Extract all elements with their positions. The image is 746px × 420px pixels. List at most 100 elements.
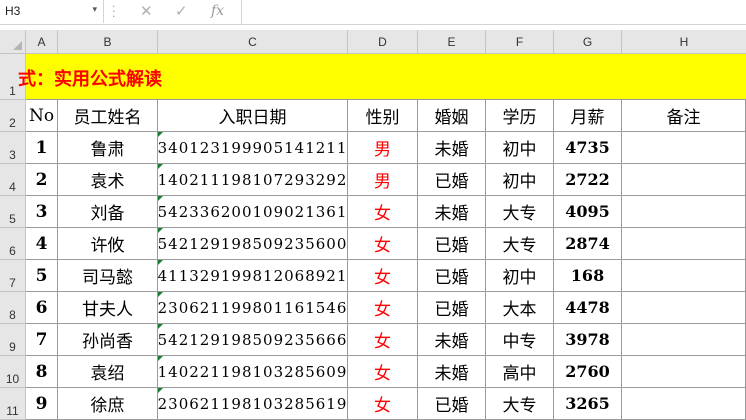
header-date[interactable]: 入职日期 <box>158 100 348 132</box>
cell-salary[interactable]: 4478 <box>554 292 622 324</box>
cell-marital[interactable]: 未婚 <box>418 356 486 388</box>
column-header-b[interactable]: B <box>58 30 158 54</box>
cell-salary[interactable]: 168 <box>554 260 622 292</box>
header-salary[interactable]: 月薪 <box>554 100 622 132</box>
cell-education[interactable]: 高中 <box>486 356 554 388</box>
column-header-e[interactable]: E <box>418 30 486 54</box>
cell-no[interactable]: 8 <box>26 356 58 388</box>
column-header-d[interactable]: D <box>348 30 418 54</box>
confirm-icon[interactable]: ✓ <box>175 2 188 20</box>
row-header-3[interactable]: 3 <box>0 132 26 164</box>
cell-marital[interactable]: 未婚 <box>418 324 486 356</box>
cell-salary[interactable]: 2760 <box>554 356 622 388</box>
cell-id[interactable]: 542129198509235666 <box>158 324 348 356</box>
cell-name[interactable]: 袁术 <box>58 164 158 196</box>
cell-marital[interactable]: 已婚 <box>418 228 486 260</box>
row-header-8[interactable]: 8 <box>0 292 26 324</box>
cell-no[interactable]: 4 <box>26 228 58 260</box>
cell-no[interactable]: 6 <box>26 292 58 324</box>
name-box[interactable]: H3 ▾ <box>0 0 104 23</box>
cell-no[interactable]: 7 <box>26 324 58 356</box>
cell-salary[interactable]: 2874 <box>554 228 622 260</box>
cell-note[interactable] <box>622 260 746 292</box>
cell-note[interactable] <box>622 164 746 196</box>
row-header-2[interactable]: 2 <box>0 100 26 132</box>
cell-marital[interactable]: 未婚 <box>418 132 486 164</box>
cell-name[interactable]: 刘备 <box>58 196 158 228</box>
cell-sex[interactable]: 女 <box>348 356 418 388</box>
cell-education[interactable]: 大专 <box>486 388 554 420</box>
cell-education[interactable]: 大专 <box>486 228 554 260</box>
row-header-10[interactable]: 10 <box>0 356 26 388</box>
cell-note[interactable] <box>622 196 746 228</box>
column-header-g[interactable]: G <box>554 30 622 54</box>
title-cell[interactable]: 式：实用公式解读 <box>18 54 746 100</box>
cell-id[interactable]: 140221198103285609 <box>158 356 348 388</box>
row-header-7[interactable]: 7 <box>0 260 26 292</box>
cell-education[interactable]: 大专 <box>486 196 554 228</box>
cell-name[interactable]: 鲁肃 <box>58 132 158 164</box>
row-header-11[interactable]: 11 <box>0 388 26 420</box>
cell-sex[interactable]: 女 <box>348 196 418 228</box>
cell-salary[interactable]: 2722 <box>554 164 622 196</box>
cell-sex[interactable]: 女 <box>348 228 418 260</box>
cell-id[interactable]: 542129198509235600 <box>158 228 348 260</box>
cell-sex[interactable]: 女 <box>348 324 418 356</box>
cell-education[interactable]: 大本 <box>486 292 554 324</box>
cell-salary[interactable]: 3978 <box>554 324 622 356</box>
cell-note[interactable] <box>622 132 746 164</box>
row-header-9[interactable]: 9 <box>0 324 26 356</box>
cell-name[interactable]: 袁绍 <box>58 356 158 388</box>
cell-education[interactable]: 中专 <box>486 324 554 356</box>
insert-function-icon[interactable]: fx <box>211 3 224 19</box>
cell-no[interactable]: 3 <box>26 196 58 228</box>
cell-sex[interactable]: 女 <box>348 260 418 292</box>
cell-marital[interactable]: 已婚 <box>418 292 486 324</box>
cell-marital[interactable]: 已婚 <box>418 388 486 420</box>
cell-education[interactable]: 初中 <box>486 164 554 196</box>
cell-note[interactable] <box>622 324 746 356</box>
cell-salary[interactable]: 4735 <box>554 132 622 164</box>
chevron-down-icon[interactable]: ▾ <box>92 5 97 15</box>
cell-name[interactable]: 司马懿 <box>58 260 158 292</box>
cell-sex[interactable]: 女 <box>348 292 418 324</box>
cell-salary[interactable]: 4095 <box>554 196 622 228</box>
header-sex[interactable]: 性别 <box>348 100 418 132</box>
cell-sex[interactable]: 男 <box>348 132 418 164</box>
cell-education[interactable]: 初中 <box>486 132 554 164</box>
cell-salary[interactable]: 3265 <box>554 388 622 420</box>
formula-input[interactable] <box>246 0 746 23</box>
cell-note[interactable] <box>622 228 746 260</box>
cell-name[interactable]: 徐庶 <box>58 388 158 420</box>
row-header-6[interactable]: 6 <box>0 228 26 260</box>
drag-handle-icon[interactable]: · · · <box>112 1 115 22</box>
row-header-4[interactable]: 4 <box>0 164 26 196</box>
cell-marital[interactable]: 已婚 <box>418 260 486 292</box>
header-notes[interactable]: 备注 <box>622 100 746 132</box>
cell-name[interactable]: 孙尚香 <box>58 324 158 356</box>
cell-name[interactable]: 甘夫人 <box>58 292 158 324</box>
cell-id[interactable]: 411329199812068921 <box>158 260 348 292</box>
column-header-f[interactable]: F <box>486 30 554 54</box>
cell-education[interactable]: 初中 <box>486 260 554 292</box>
select-all-button[interactable] <box>0 30 26 54</box>
cell-no[interactable]: 2 <box>26 164 58 196</box>
row-header-5[interactable]: 5 <box>0 196 26 228</box>
column-header-a[interactable]: A <box>26 30 58 54</box>
column-header-c[interactable]: C <box>158 30 348 54</box>
cell-marital[interactable]: 已婚 <box>418 164 486 196</box>
cell-no[interactable]: 1 <box>26 132 58 164</box>
cell-name[interactable]: 许攸 <box>58 228 158 260</box>
cell-id[interactable]: 140211198107293292 <box>158 164 348 196</box>
header-name[interactable]: 员工姓名 <box>58 100 158 132</box>
cell-no[interactable]: 5 <box>26 260 58 292</box>
cell-id[interactable]: 542336200109021361 <box>158 196 348 228</box>
cell-no[interactable]: 9 <box>26 388 58 420</box>
cell-id[interactable]: 230621199801161546 <box>158 292 348 324</box>
header-marital[interactable]: 婚姻 <box>418 100 486 132</box>
cell-sex[interactable]: 女 <box>348 388 418 420</box>
cell-note[interactable] <box>622 292 746 324</box>
cell-note[interactable] <box>622 388 746 420</box>
cell-sex[interactable]: 男 <box>348 164 418 196</box>
cell-note[interactable] <box>622 356 746 388</box>
